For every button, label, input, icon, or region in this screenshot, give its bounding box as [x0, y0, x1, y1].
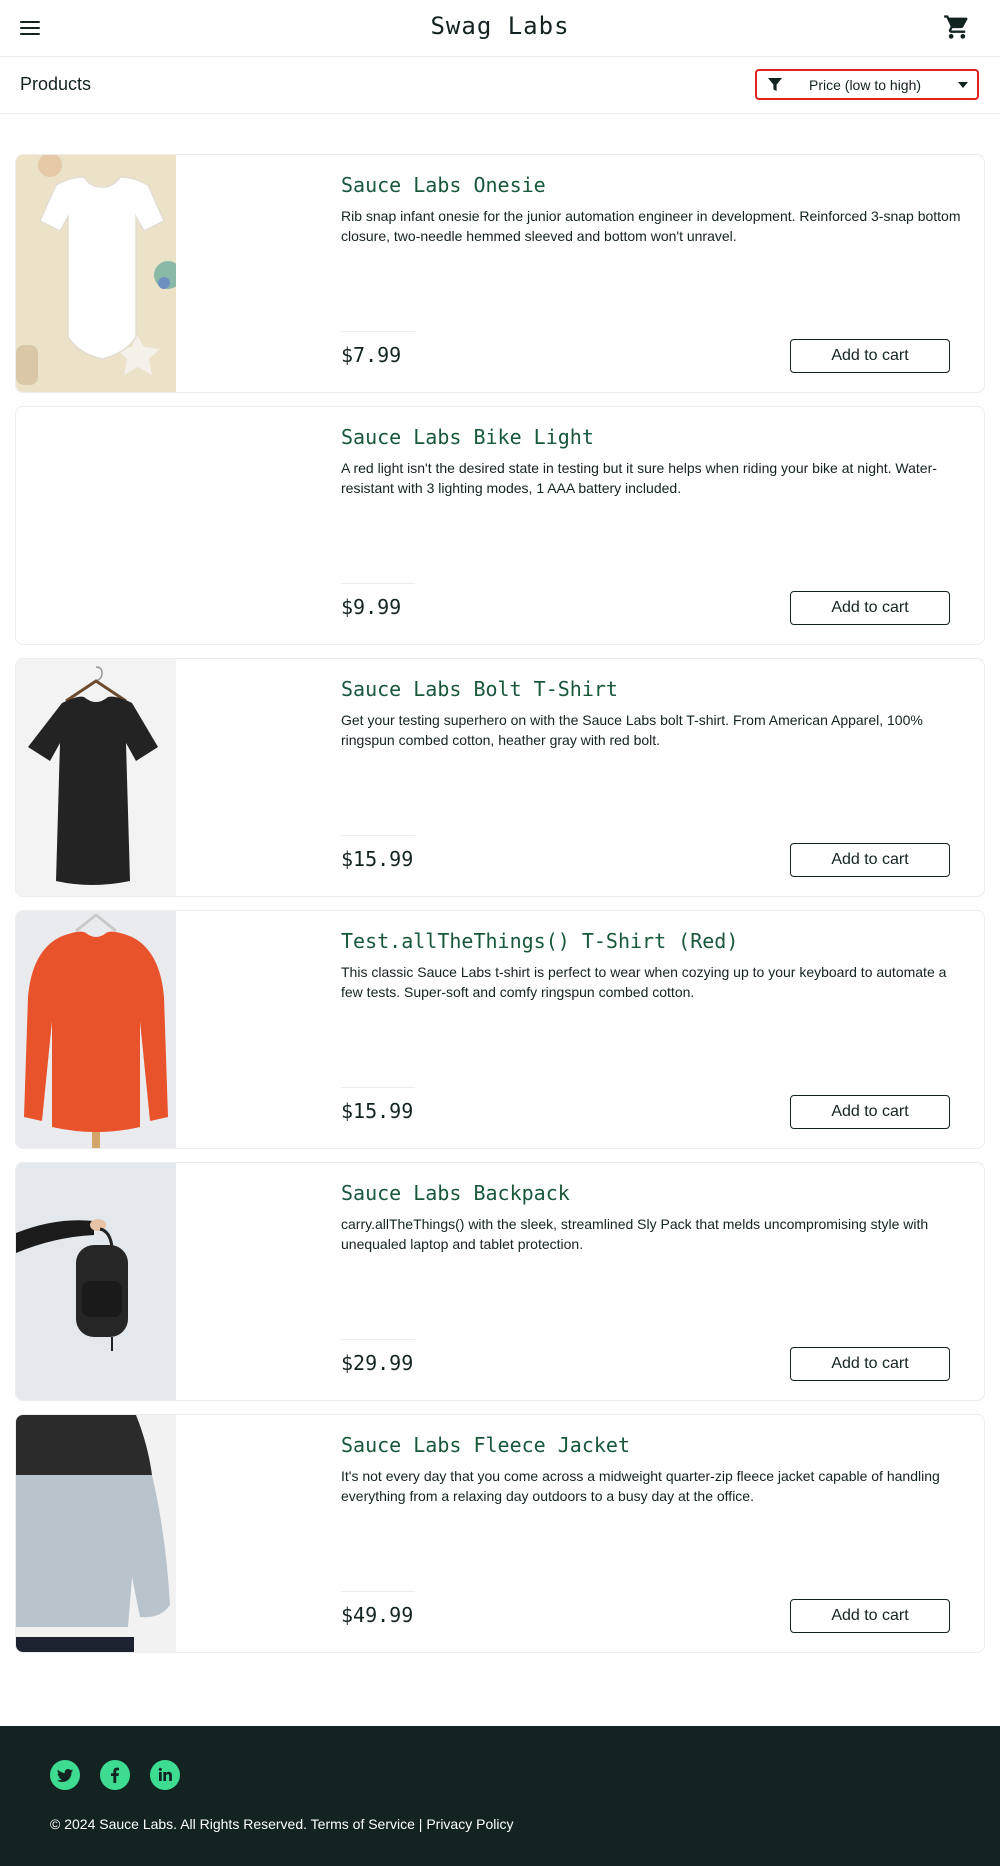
product-image-onesie[interactable] [16, 155, 176, 392]
product-description: Rib snap infant onesie for the junior au… [341, 208, 961, 244]
filter-icon [768, 78, 782, 91]
product-name[interactable]: Sauce Labs Onesie [341, 173, 546, 197]
add-to-cart-button[interactable]: Add to cart [790, 843, 950, 877]
inventory-item: Sauce Labs Onesie Rib snap infant onesie… [15, 154, 985, 393]
inventory-list: Sauce Labs Onesie Rib snap infant onesie… [15, 154, 985, 1666]
product-image-backpack[interactable] [16, 1163, 176, 1400]
inventory-item: Sauce Labs Backpack carry.allTheThings()… [15, 1162, 985, 1401]
footer: © 2024 Sauce Labs. All Rights Reserved. … [0, 1726, 1000, 1866]
shopping-cart-button[interactable] [943, 13, 971, 41]
product-name[interactable]: Sauce Labs Backpack [341, 1181, 570, 1205]
inventory-item: Test.allTheThings() T-Shirt (Red) This c… [15, 910, 985, 1149]
add-to-cart-button[interactable]: Add to cart [790, 1599, 950, 1633]
product-description: carry.allTheThings() with the sleek, str… [341, 1216, 929, 1252]
product-image-bolt-tshirt[interactable] [16, 659, 176, 896]
product-name[interactable]: Sauce Labs Fleece Jacket [341, 1433, 630, 1457]
product-price: $7.99 [341, 343, 402, 367]
price-divider [341, 835, 415, 836]
add-to-cart-button[interactable]: Add to cart [790, 339, 950, 373]
product-price: $49.99 [341, 1603, 414, 1627]
product-description: It's not every day that you come across … [341, 1468, 940, 1504]
product-price: $29.99 [341, 1351, 414, 1375]
product-description: This classic Sauce Labs t-shirt is perfe… [341, 964, 947, 1000]
twitter-icon [57, 1769, 73, 1782]
price-divider [341, 331, 415, 332]
app-logo: Swag Labs [430, 12, 570, 40]
sort-dropdown[interactable]: Price (low to high) [755, 69, 979, 100]
price-divider [341, 1339, 415, 1340]
product-price: $15.99 [341, 847, 414, 871]
product-image-bike-light[interactable] [16, 407, 176, 644]
inventory-item: Sauce Labs Fleece Jacket It's not every … [15, 1414, 985, 1653]
product-name[interactable]: Sauce Labs Bike Light [341, 425, 594, 449]
price-divider [341, 1087, 415, 1088]
product-price: $15.99 [341, 1099, 414, 1123]
product-name[interactable]: Sauce Labs Bolt T-Shirt [341, 677, 618, 701]
shopping-cart-icon [944, 15, 968, 39]
product-image-fleece-jacket[interactable] [16, 1415, 176, 1652]
product-name[interactable]: Test.allTheThings() T-Shirt (Red) [341, 929, 738, 953]
add-to-cart-button[interactable]: Add to cart [790, 1095, 950, 1129]
sort-selected-value: Price (low to high) [809, 77, 922, 93]
facebook-icon [111, 1767, 119, 1783]
primary-header: Swag Labs [0, 0, 1000, 57]
product-description: A red light isn't the desired state in t… [341, 460, 937, 496]
linkedin-icon [158, 1767, 172, 1781]
onesie-image [16, 155, 176, 392]
secondary-header: Products Price (low to high) [0, 57, 1000, 114]
price-divider [341, 1591, 415, 1592]
tshirt-image [16, 659, 176, 896]
twitter-link[interactable] [50, 1760, 80, 1790]
footer-copyright: © 2024 Sauce Labs. All Rights Reserved. … [50, 1816, 514, 1832]
add-to-cart-button[interactable]: Add to cart [790, 1347, 950, 1381]
linkedin-link[interactable] [150, 1760, 180, 1790]
price-divider [341, 583, 415, 584]
product-image-red-tshirt[interactable] [16, 911, 176, 1148]
inventory-item: Sauce Labs Bolt T-Shirt Get your testing… [15, 658, 985, 897]
page-title: Products [20, 74, 92, 94]
product-description: Get your testing superhero on with the S… [341, 712, 923, 748]
inventory-item: Sauce Labs Bike Light A red light isn't … [15, 406, 985, 645]
sweatshirt-image [16, 911, 176, 1148]
product-price: $9.99 [341, 595, 402, 619]
add-to-cart-button[interactable]: Add to cart [790, 591, 950, 625]
jacket-image [16, 1415, 176, 1652]
facebook-link[interactable] [100, 1760, 130, 1790]
backpack-image [16, 1163, 176, 1400]
chevron-down-icon [958, 82, 968, 88]
